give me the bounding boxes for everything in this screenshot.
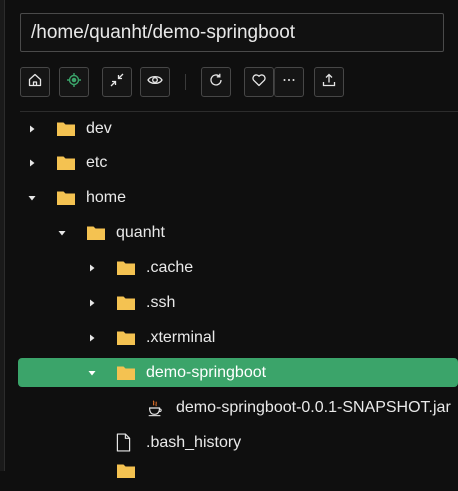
tree-item-label: demo-springboot-0.0.1-SNAPSHOT.jar <box>176 399 451 416</box>
chevron-right-icon[interactable] <box>26 148 38 177</box>
java-icon <box>146 393 164 422</box>
tree-item-jar-file[interactable]: demo-springboot-0.0.1-SNAPSHOT.jar <box>18 393 458 422</box>
tree-item-demo-springboot[interactable]: demo-springboot <box>18 358 458 387</box>
tree-item-xterminal[interactable]: .xterminal <box>18 323 458 352</box>
tree-item-home[interactable]: home <box>18 183 458 212</box>
tree-item-label: etc <box>86 154 108 171</box>
chevron-right-icon[interactable] <box>86 323 98 352</box>
tree-item-label: .cache <box>146 259 194 276</box>
folder-icon <box>86 218 106 247</box>
chevron-right-icon[interactable] <box>26 114 38 143</box>
tree-item-label: quanht <box>116 224 165 241</box>
tree-item-dev[interactable]: dev <box>18 114 458 143</box>
chevron-down-icon[interactable] <box>86 358 98 387</box>
folder-icon <box>116 358 136 387</box>
tree-item-ssh[interactable]: .ssh <box>18 288 458 317</box>
tree-item-label: dev <box>86 120 112 137</box>
tree-item-bash-history[interactable]: .bash_history <box>18 428 458 457</box>
tree-item-label: .bash_history <box>146 434 242 451</box>
tree-item-partial[interactable] <box>18 462 458 491</box>
folder-icon <box>56 114 76 143</box>
chevron-right-icon[interactable] <box>86 288 98 317</box>
tree-item-label: .ssh <box>146 294 176 311</box>
tree-item-label: .xterminal <box>146 329 216 346</box>
tree-item-label: demo-springboot <box>146 364 267 381</box>
tree-item-quanht[interactable]: quanht <box>18 218 458 247</box>
chevron-right-icon[interactable] <box>86 253 98 282</box>
folder-icon <box>116 288 136 317</box>
folder-icon <box>116 462 136 491</box>
tree-item-cache[interactable]: .cache <box>18 253 458 282</box>
folder-icon <box>116 323 136 352</box>
chevron-down-icon[interactable] <box>56 218 68 247</box>
folder-icon <box>116 253 136 282</box>
folder-icon <box>56 148 76 177</box>
tree-item-etc[interactable]: etc <box>18 148 458 177</box>
file-icon <box>116 428 131 457</box>
file-tree: dev etc home quanht .cache .ssh .xtermin… <box>0 0 458 478</box>
chevron-down-icon[interactable] <box>26 183 38 212</box>
folder-icon <box>56 183 76 212</box>
tree-item-label: home <box>86 189 127 206</box>
